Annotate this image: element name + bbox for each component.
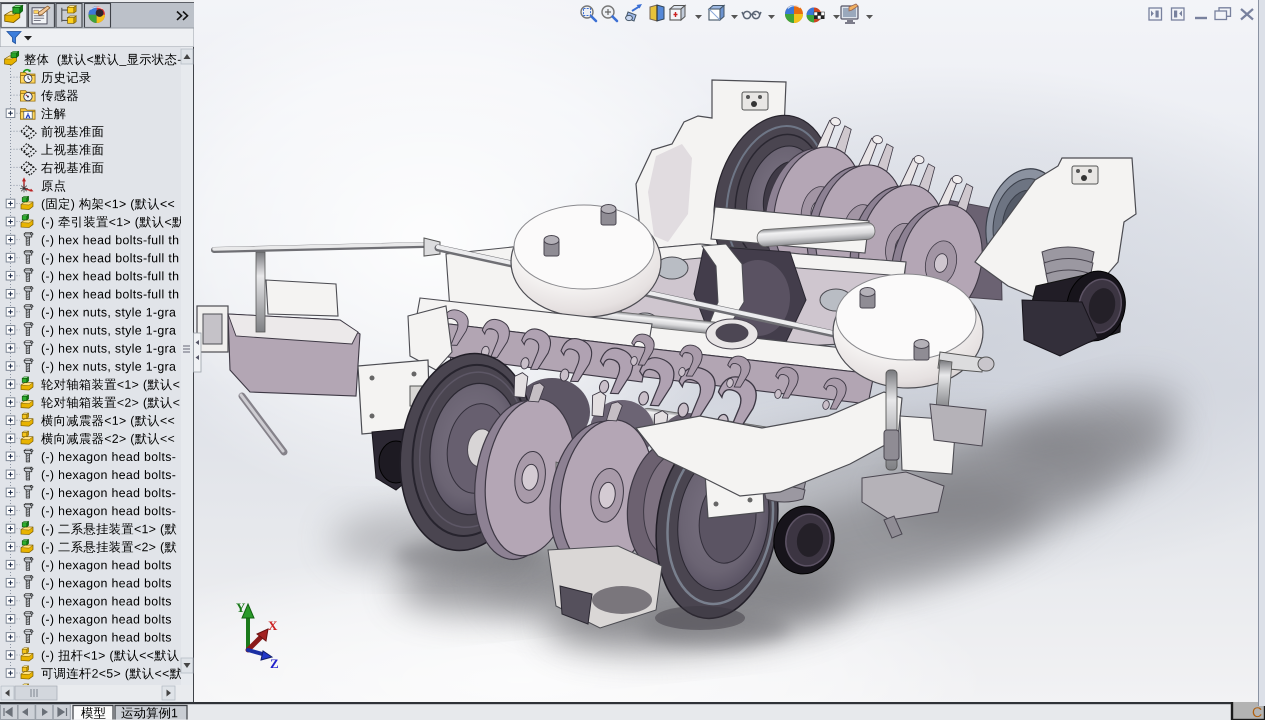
svg-text:X: X xyxy=(268,618,278,633)
svg-text:Y: Y xyxy=(236,600,246,615)
svg-text:Z: Z xyxy=(270,656,279,671)
